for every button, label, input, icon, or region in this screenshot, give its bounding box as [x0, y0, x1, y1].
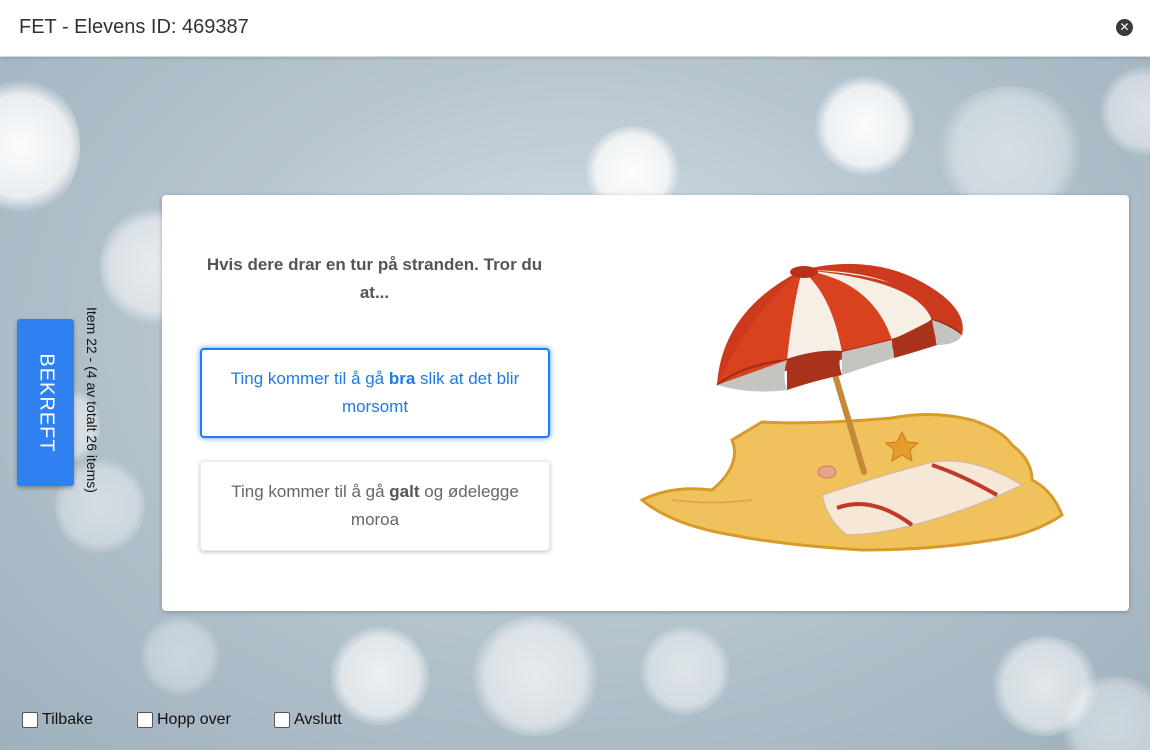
checkbox-box[interactable] [22, 712, 38, 728]
finish-checkbox[interactable]: Avslutt [274, 711, 342, 729]
confirm-label: BEKREFT [35, 352, 57, 453]
answer-option-good[interactable]: Ting kommer til å gå bra slik at det bli… [200, 348, 550, 438]
confirm-button[interactable]: BEKREFT [17, 319, 74, 486]
title-bar: FET - Elevens ID: 469387 ✕ [0, 0, 1150, 57]
question-text: Hvis dere drar en tur på stranden. Tror … [206, 255, 543, 302]
option-text-prefix: Ting kommer til å gå [230, 369, 389, 388]
skip-label: Hopp over [157, 711, 231, 728]
checkbox-box[interactable] [137, 712, 153, 728]
beach-umbrella-illustration [639, 263, 1064, 552]
window-title: FET - Elevens ID: 469387 [19, 16, 249, 38]
seashell [817, 465, 837, 479]
umbrella-canopy [716, 263, 963, 392]
skip-checkbox[interactable]: Hopp over [137, 711, 231, 729]
checkbox-box[interactable] [274, 712, 290, 728]
close-icon[interactable]: ✕ [1116, 19, 1133, 36]
item-counter: Item 22 - (4 av totalt 26 items) [84, 307, 100, 493]
option-text-bold: galt [389, 482, 420, 501]
answer-option-bad[interactable]: Ting kommer til å gå galt og ødelegge mo… [200, 461, 550, 551]
option-text-prefix: Ting kommer til å gå [231, 482, 390, 501]
finish-label: Avslutt [294, 711, 342, 728]
option-text-bold: bra [388, 369, 416, 388]
back-label: Tilbake [42, 711, 93, 728]
question-card: Hvis dere drar en tur på stranden. Tror … [162, 195, 1129, 611]
back-checkbox[interactable]: Tilbake [22, 711, 93, 729]
